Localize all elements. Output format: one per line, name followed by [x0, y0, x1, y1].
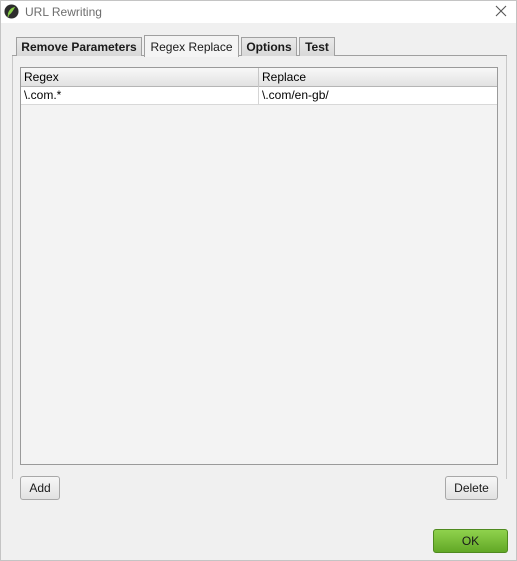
column-header-replace[interactable]: Replace — [259, 68, 497, 87]
tab-remove-parameters[interactable]: Remove Parameters — [16, 37, 142, 56]
table-header: Regex Replace — [21, 68, 497, 87]
regex-table[interactable]: Regex Replace \.com.* \.com/en-gb/ — [20, 67, 498, 465]
url-rewriting-dialog: URL Rewriting Remove Parameters Regex Re… — [0, 0, 517, 561]
close-icon[interactable] — [494, 4, 508, 18]
add-button[interactable]: Add — [20, 476, 60, 500]
ok-button[interactable]: OK — [433, 529, 508, 553]
tab-options[interactable]: Options — [241, 37, 297, 56]
cell-replace[interactable]: \.com/en-gb/ — [259, 87, 497, 104]
table-row[interactable]: \.com.* \.com/en-gb/ — [21, 87, 497, 105]
cell-regex[interactable]: \.com.* — [21, 87, 258, 104]
tab-regex-replace[interactable]: Regex Replace — [144, 35, 239, 57]
title-bar: URL Rewriting — [1, 1, 516, 23]
app-logo-icon — [4, 4, 19, 19]
tab-test[interactable]: Test — [299, 37, 335, 56]
delete-button[interactable]: Delete — [445, 476, 498, 500]
window-title: URL Rewriting — [25, 5, 102, 19]
column-header-regex[interactable]: Regex — [21, 68, 258, 87]
